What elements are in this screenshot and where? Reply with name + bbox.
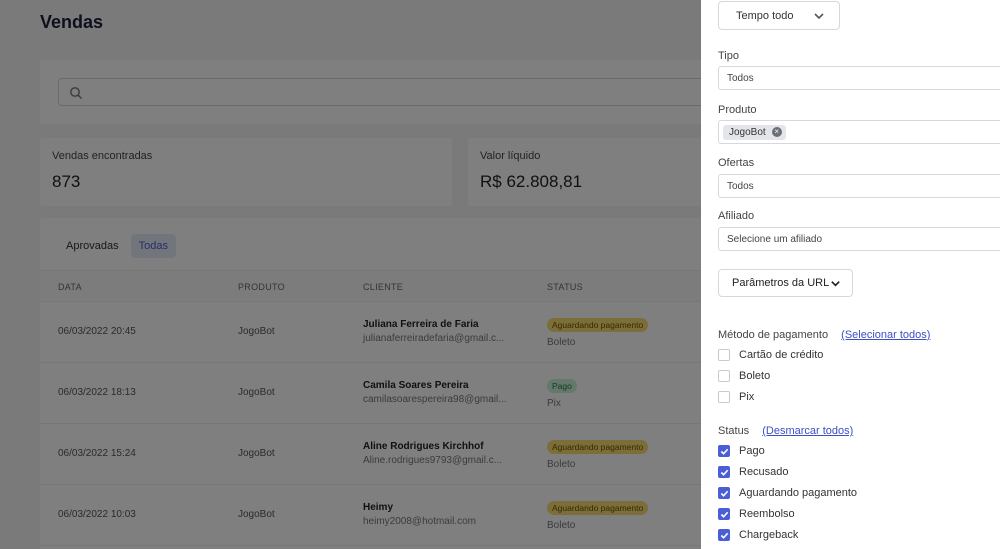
- chevron-down-icon: [814, 13, 824, 20]
- check-icon: [720, 448, 728, 455]
- afiliado-select[interactable]: Selecione um afiliado: [718, 227, 1000, 251]
- period-dropdown[interactable]: Tempo todo: [718, 1, 840, 30]
- chevron-down-icon: [831, 281, 840, 287]
- checkbox[interactable]: [718, 349, 730, 361]
- period-label: Tempo todo: [736, 9, 794, 22]
- checkbox[interactable]: [718, 370, 730, 382]
- ofertas-value: Todos: [727, 180, 754, 192]
- payment-option-pix[interactable]: Pix: [718, 391, 754, 403]
- checkbox[interactable]: [718, 391, 730, 403]
- payment-option-credit-card[interactable]: Cartão de crédito: [718, 349, 823, 361]
- check-icon: [720, 511, 728, 518]
- produto-label: Produto: [718, 104, 757, 116]
- deselect-all-link[interactable]: (Desmarcar todos): [762, 425, 853, 437]
- status-option-aguardando[interactable]: Aguardando pagamento: [718, 487, 857, 499]
- option-label: Chargeback: [739, 529, 799, 541]
- url-params-button[interactable]: Parâmetros da URL: [718, 269, 853, 297]
- payment-method-label: Método de pagamento: [718, 329, 829, 341]
- status-option-recusado[interactable]: Recusado: [718, 466, 789, 478]
- close-icon[interactable]: ×: [771, 127, 782, 137]
- payment-method-header: Método de pagamento (Selecionar todos): [718, 329, 930, 341]
- status-option-pago[interactable]: Pago: [718, 445, 765, 457]
- ofertas-select[interactable]: Todos: [718, 174, 1000, 198]
- product-chip: JogoBot ×: [723, 124, 786, 140]
- check-icon: [720, 490, 728, 497]
- checkbox-checked[interactable]: [718, 445, 730, 457]
- tipo-label: Tipo: [718, 50, 739, 62]
- checkbox-checked[interactable]: [718, 529, 730, 541]
- checkbox-checked[interactable]: [718, 466, 730, 478]
- status-header: Status (Desmarcar todos): [718, 425, 853, 437]
- filter-panel: Tempo todo Tipo Todos Produto JogoBot × …: [701, 0, 1000, 549]
- tipo-value: Todos: [727, 72, 754, 84]
- status-option-chargeback[interactable]: Chargeback: [718, 529, 798, 541]
- url-params-label: Parâmetros da URL: [732, 277, 830, 289]
- status-option-reembolso[interactable]: Reembolso: [718, 508, 795, 520]
- produto-select[interactable]: JogoBot ×: [718, 120, 1000, 144]
- ofertas-label: Ofertas: [718, 157, 755, 169]
- checkbox-checked[interactable]: [718, 487, 730, 499]
- option-label: Pix: [739, 391, 755, 403]
- tipo-select[interactable]: Todos: [718, 66, 1000, 90]
- afiliado-label: Afiliado: [718, 210, 755, 222]
- checkbox-checked[interactable]: [718, 508, 730, 520]
- option-label: Cartão de crédito: [739, 349, 824, 361]
- select-all-link[interactable]: (Selecionar todos): [841, 329, 930, 341]
- check-icon: [720, 532, 728, 539]
- afiliado-placeholder: Selecione um afiliado: [727, 233, 823, 245]
- payment-option-boleto[interactable]: Boleto: [718, 370, 770, 382]
- product-chip-label: JogoBot: [729, 126, 766, 138]
- status-label: Status: [718, 425, 750, 437]
- option-label: Recusado: [739, 466, 789, 478]
- option-label: Reembolso: [739, 508, 795, 520]
- option-label: Aguardando pagamento: [739, 487, 858, 499]
- check-icon: [720, 469, 728, 476]
- option-label: Pago: [739, 445, 765, 457]
- option-label: Boleto: [739, 370, 771, 382]
